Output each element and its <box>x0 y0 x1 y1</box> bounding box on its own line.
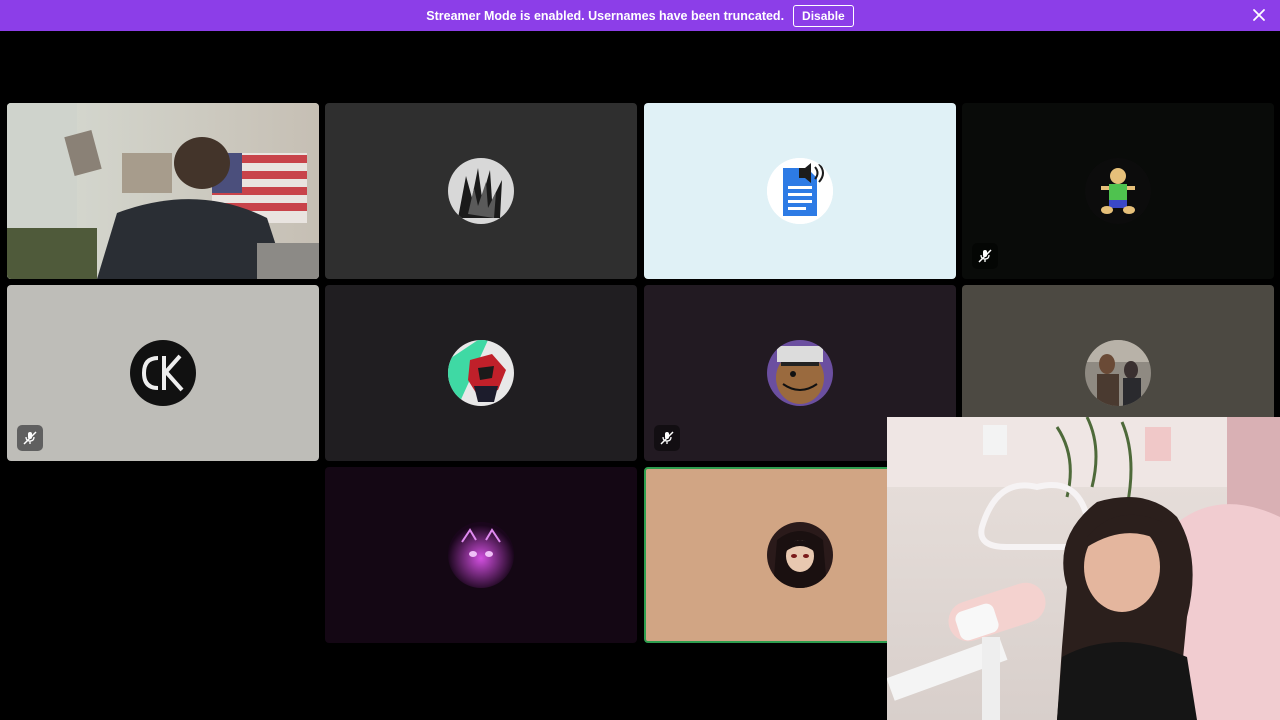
participant-tile[interactable] <box>325 285 637 461</box>
participant-video-tile[interactable] <box>7 103 319 279</box>
participant-tile[interactable] <box>325 103 637 279</box>
webcam-overlay[interactable] <box>887 417 1280 720</box>
document-speaker-icon <box>767 158 833 224</box>
muted-microphone-icon <box>654 425 680 451</box>
participant-avatar <box>130 340 196 406</box>
participant-avatar <box>767 522 833 588</box>
streamer-mode-banner: Streamer Mode is enabled. Usernames have… <box>0 0 1280 31</box>
participant-tile[interactable] <box>7 285 319 461</box>
muted-microphone-icon <box>972 243 998 269</box>
participant-avatar <box>448 158 514 224</box>
participant-tile[interactable] <box>325 467 637 643</box>
participant-avatar <box>1085 340 1151 406</box>
muted-microphone-icon <box>17 425 43 451</box>
participant-avatar <box>448 340 514 406</box>
disable-streamer-mode-button[interactable]: Disable <box>793 4 854 27</box>
participant-avatar <box>767 158 833 224</box>
participant-tile[interactable] <box>962 103 1274 279</box>
banner-message: Streamer Mode is enabled. Usernames have… <box>426 8 785 23</box>
close-icon[interactable] <box>1252 8 1266 22</box>
participant-avatar <box>1085 158 1151 224</box>
webcam-video-frame <box>7 103 319 279</box>
participant-avatar <box>448 522 514 588</box>
webcam-video-frame <box>887 417 1280 720</box>
participant-avatar <box>767 340 833 406</box>
participant-tile[interactable] <box>644 103 956 279</box>
